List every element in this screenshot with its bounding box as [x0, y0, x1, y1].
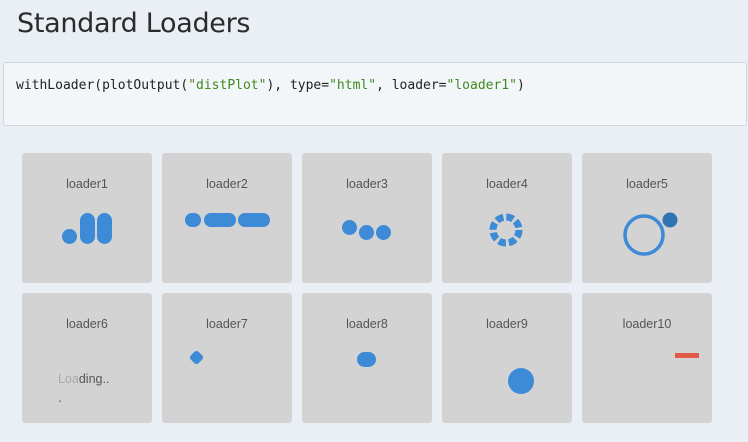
code-snippet: withLoader(plotOutput("distPlot"), type=… [3, 62, 747, 126]
loader-label: loader9 [486, 317, 528, 331]
loader-tile-3: loader3 [302, 153, 432, 283]
code-arg-distplot: "distPlot" [188, 78, 267, 93]
loader-tile-1: loader1 [22, 153, 152, 283]
loader-label: loader4 [486, 177, 528, 191]
loader6-dot: . [58, 391, 62, 405]
loader-label: loader1 [66, 177, 108, 191]
loader-tile-10: loader10 [582, 293, 712, 423]
loader-label: loader10 [622, 317, 672, 331]
loader-tile-7: loader7 [162, 293, 292, 423]
loader-label: loader6 [66, 317, 108, 331]
loader-label: loader8 [346, 317, 388, 331]
code-type-value: "html" [329, 78, 377, 93]
loader4-ring-spinner-icon [489, 213, 523, 247]
loader-tile-9: loader9 [442, 293, 572, 423]
loader-label: loader7 [206, 317, 248, 331]
code-loader-value: "loader1" [446, 78, 517, 93]
loader-tile-6: loader6 Loading.. . [22, 293, 152, 423]
loader-tile-8: loader8 [302, 293, 432, 423]
loader6-loading-text: Loading.. [58, 372, 110, 386]
loader-tile-4: loader4 [442, 153, 572, 283]
code-prefix: withLoader(plotOutput( [16, 78, 189, 93]
loader-label: loader3 [346, 177, 388, 191]
loader-label: loader5 [626, 177, 668, 191]
code-suffix: ) [516, 78, 525, 93]
code-mid-type: ), type= [266, 78, 330, 93]
loader-tile-5: loader5 [582, 153, 712, 283]
page-title: Standard Loaders [17, 8, 251, 39]
loader-label: loader2 [206, 177, 248, 191]
loader-tile-2: loader2 [162, 153, 292, 283]
loader5-orbit-icon [623, 212, 678, 256]
code-mid-loader: , loader= [376, 78, 447, 93]
